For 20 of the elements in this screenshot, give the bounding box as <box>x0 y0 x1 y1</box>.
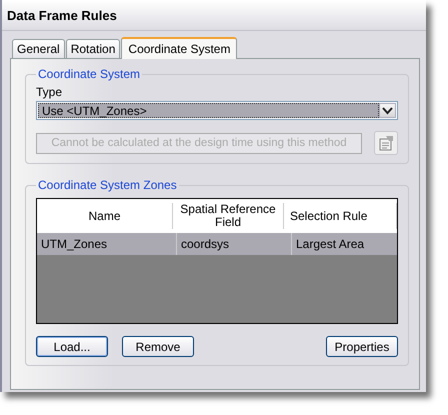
type-dropdown[interactable]: Use <UTM_Zones> <box>36 101 398 120</box>
column-header[interactable]: Spatial Reference Field <box>173 203 284 229</box>
table-cell-text: Largest Area <box>295 236 366 253</box>
dialog-button[interactable]: Load... <box>36 336 108 357</box>
tab[interactable]: Coordinate System <box>121 37 238 59</box>
window-title: Data Frame Rules <box>7 8 117 22</box>
form-icon <box>378 135 394 151</box>
tab[interactable]: Rotation <box>66 39 120 58</box>
properties-icon-button[interactable] <box>374 131 398 155</box>
table-row[interactable]: UTM_Zones coordsys Largest Area <box>37 233 397 255</box>
column-header[interactable]: Selection Rule <box>284 203 397 229</box>
table-cell: coordsys <box>177 233 292 255</box>
dialog-button[interactable]: Properties <box>326 336 398 357</box>
table-cell: UTM_Zones <box>37 233 177 255</box>
dialog-button[interactable]: Remove <box>122 336 194 357</box>
column-header[interactable]: Name <box>37 203 173 229</box>
group-title: Coordinate System Zones <box>37 178 178 192</box>
tab[interactable]: General <box>12 39 65 58</box>
type-label: Type <box>36 85 64 99</box>
group-title: Coordinate System <box>37 67 142 81</box>
